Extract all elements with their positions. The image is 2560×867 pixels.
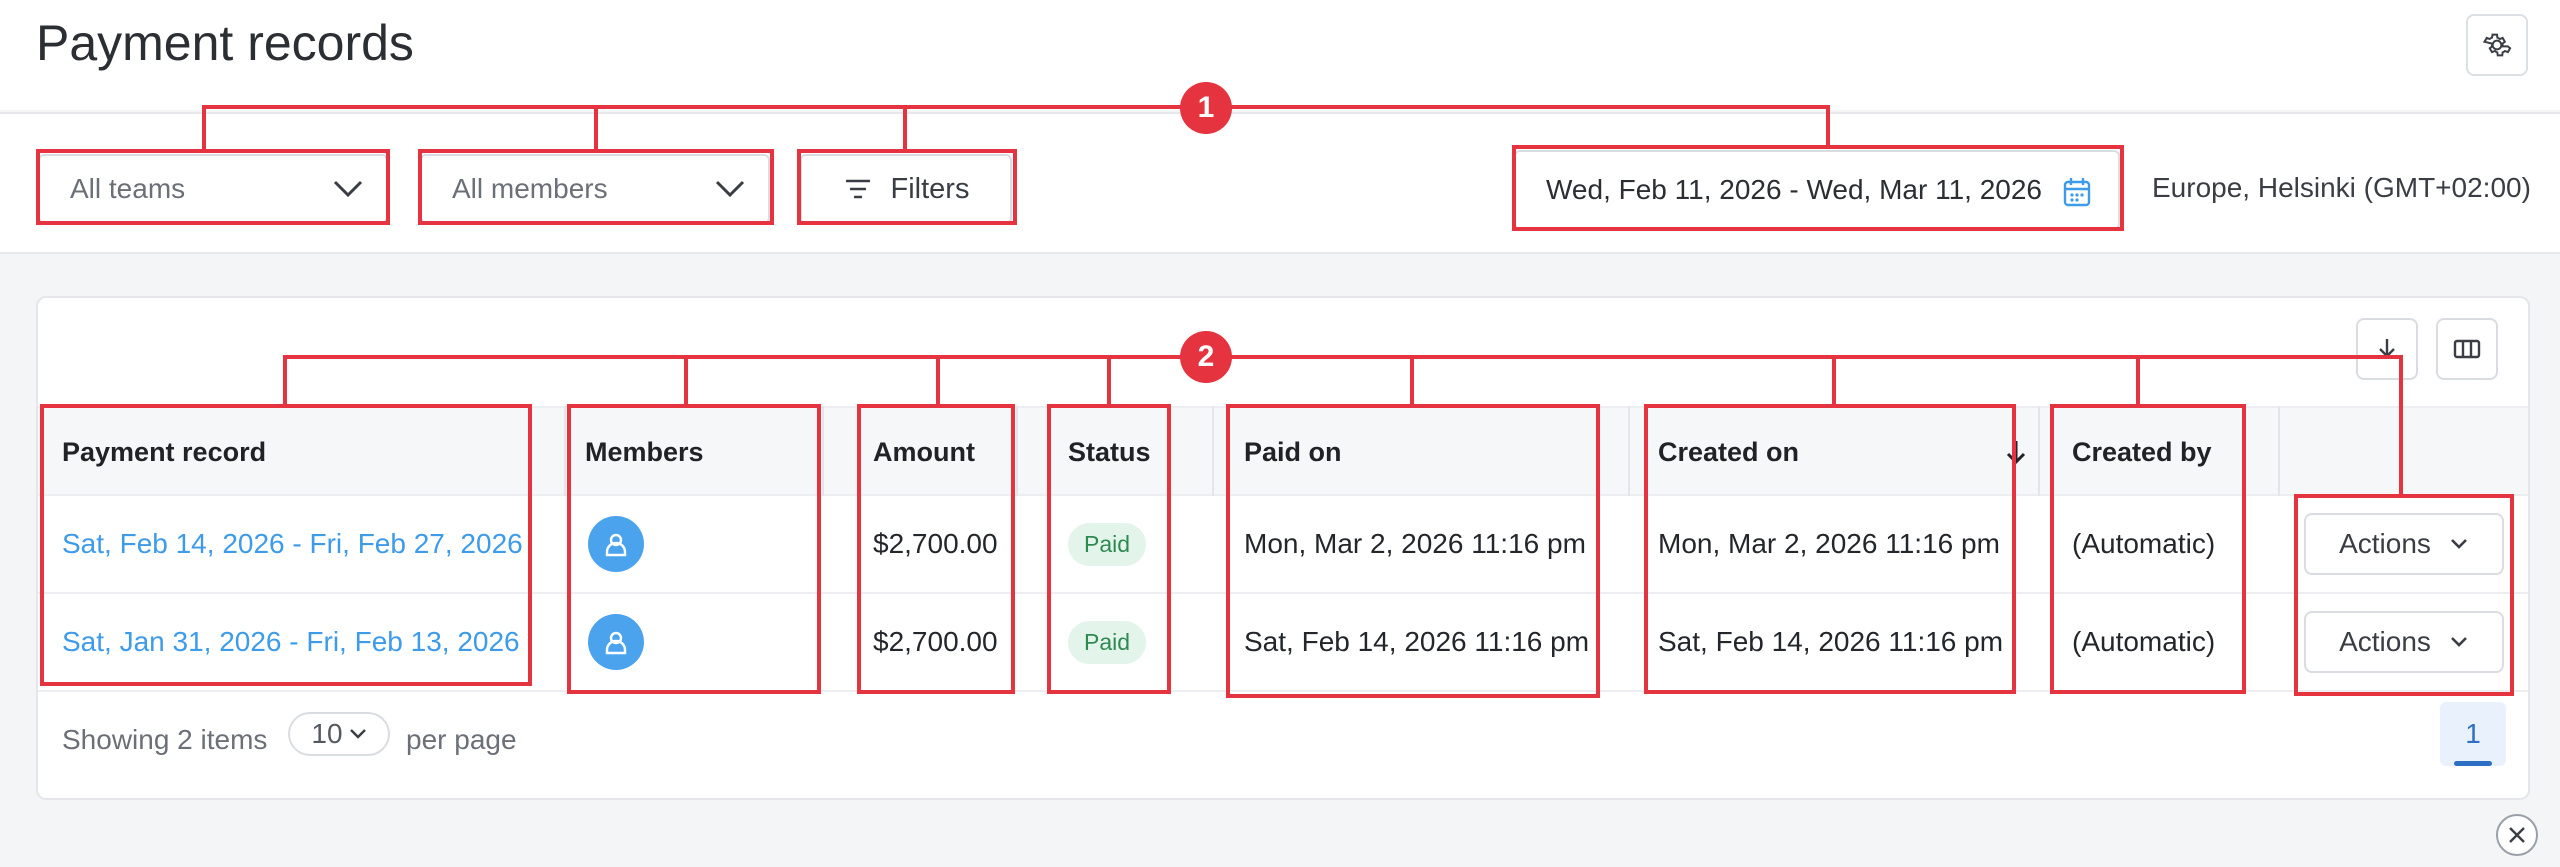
column-header-amount[interactable]: Amount [873, 408, 975, 496]
created-on-cell: Mon, Mar 2, 2026 11:16 pm [1658, 528, 2000, 559]
filters-label: Filters [890, 172, 970, 205]
gear-icon [2482, 33, 2512, 57]
download-button[interactable] [2356, 318, 2418, 380]
page-button-current[interactable]: 1 [2440, 702, 2506, 766]
chevron-down-icon [2450, 637, 2467, 647]
column-separator [1212, 406, 1214, 496]
filter-toolbar: All teams All members Filters Wed, Feb 1… [0, 112, 2560, 254]
calendar-icon [2063, 178, 2091, 207]
member-cell [588, 496, 644, 592]
actions-button[interactable]: Actions [2304, 513, 2504, 575]
amount-cell: $2,700.00 [873, 528, 998, 559]
column-separator [1016, 406, 1018, 496]
payment-record-link[interactable]: Sat, Feb 14, 2026 - Fri, Feb 27, 2026 [62, 496, 523, 592]
payment-records-card: Payment record Members Amount Status Pai… [36, 296, 2530, 800]
date-range-picker[interactable]: Wed, Feb 11, 2026 - Wed, Mar 11, 2026 [1514, 150, 2120, 230]
page-header: Payment records [0, 0, 2560, 110]
status-cell: Paid [1068, 594, 1147, 690]
column-header-created-by[interactable]: Created by [2072, 408, 2212, 496]
paid-on-cell: Mon, Mar 2, 2026 11:16 pm [1244, 528, 1586, 559]
chevron-down-icon [349, 729, 366, 739]
columns-icon [2453, 339, 2481, 359]
actions-label: Actions [2339, 626, 2431, 657]
created-on-label: Created on [1658, 436, 1800, 467]
member-cell [588, 594, 644, 690]
paid-on-cell: Sat, Feb 14, 2026 11:16 pm [1244, 626, 1590, 657]
chevron-down-icon [333, 180, 363, 198]
chevron-down-icon [715, 180, 745, 198]
per-page-select[interactable]: 10 [288, 712, 390, 756]
row-divider [38, 690, 2528, 692]
column-header-status[interactable]: Status [1068, 408, 1151, 496]
avatar[interactable] [588, 516, 644, 572]
items-count: Showing 2 items [62, 724, 268, 755]
payment-record-link[interactable]: Sat, Jan 31, 2026 - Fri, Feb 13, 2026 [62, 594, 520, 690]
chevron-down-icon [2450, 539, 2467, 549]
amount-cell: $2,700.00 [873, 626, 998, 657]
status-badge: Paid [1068, 522, 1147, 566]
teams-select-value: All teams [70, 173, 186, 204]
per-page-label: per page [406, 724, 517, 755]
per-page-value: 10 [311, 718, 343, 749]
column-header-paid-on[interactable]: Paid on [1244, 408, 1342, 496]
status-badge: Paid [1068, 620, 1147, 664]
column-header-members[interactable]: Members [585, 408, 704, 496]
sort-desc-arrow-icon [2006, 441, 2026, 465]
avatar[interactable] [588, 614, 644, 670]
column-separator [564, 406, 566, 496]
columns-button[interactable] [2436, 318, 2498, 380]
members-select[interactable]: All members [420, 154, 770, 224]
timezone-label: Europe, Helsinki (GMT+02:00) [2152, 172, 2531, 203]
actions-button[interactable]: Actions [2304, 611, 2504, 673]
date-range-value: Wed, Feb 11, 2026 - Wed, Mar 11, 2026 [1546, 174, 2042, 205]
user-icon [605, 533, 627, 557]
column-separator [2038, 406, 2040, 496]
filters-button[interactable]: Filters [800, 154, 1012, 224]
download-icon [2379, 339, 2395, 358]
column-separator [2278, 406, 2280, 496]
page-title: Payment records [36, 15, 414, 71]
teams-select[interactable]: All teams [38, 154, 388, 224]
column-separator [1628, 406, 1630, 496]
column-separator [822, 406, 824, 496]
created-on-cell: Sat, Feb 14, 2026 11:16 pm [1658, 626, 2004, 657]
filter-icon [845, 179, 870, 199]
settings-button[interactable] [2466, 14, 2528, 76]
members-select-value: All members [452, 173, 608, 204]
created-by-cell: (Automatic) [2072, 626, 2216, 657]
actions-label: Actions [2339, 528, 2431, 559]
actions-cell: Actions [2304, 594, 2504, 690]
page-number: 1 [2465, 718, 2481, 749]
active-page-indicator [2454, 761, 2492, 766]
column-header-created-on[interactable]: Created on [1658, 408, 2028, 496]
close-button[interactable] [2496, 814, 2538, 856]
column-header-payment-record[interactable]: Payment record [62, 408, 266, 496]
actions-cell: Actions [2304, 496, 2504, 592]
close-icon [2509, 827, 2525, 843]
status-cell: Paid [1068, 496, 1147, 592]
user-icon [605, 631, 627, 655]
created-by-cell: (Automatic) [2072, 528, 2216, 559]
